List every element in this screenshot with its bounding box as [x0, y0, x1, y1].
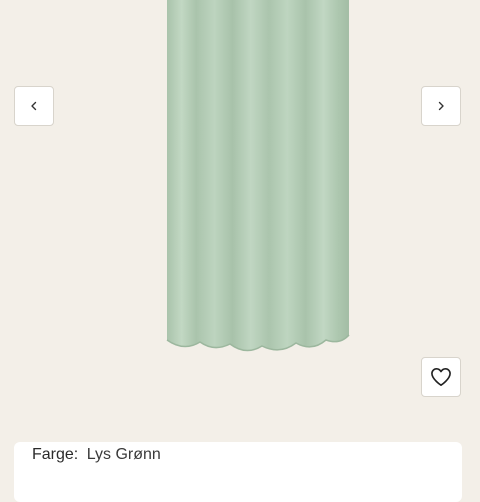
color-row: Farge: Lys Grønn [32, 442, 161, 468]
product-image-gallery [0, 0, 480, 420]
curtain-illustration [166, 0, 350, 352]
color-label: Farge: [32, 446, 79, 463]
product-image [150, 0, 366, 372]
color-value: Lys Grønn [86, 446, 161, 463]
heart-icon [431, 368, 451, 386]
next-image-button[interactable] [421, 86, 461, 126]
previous-image-button[interactable] [14, 86, 54, 126]
add-to-favorites-button[interactable] [421, 357, 461, 397]
product-details-card: Farge: Lys Grønn [14, 442, 462, 502]
chevron-right-icon [438, 101, 444, 111]
chevron-left-icon [31, 101, 37, 111]
